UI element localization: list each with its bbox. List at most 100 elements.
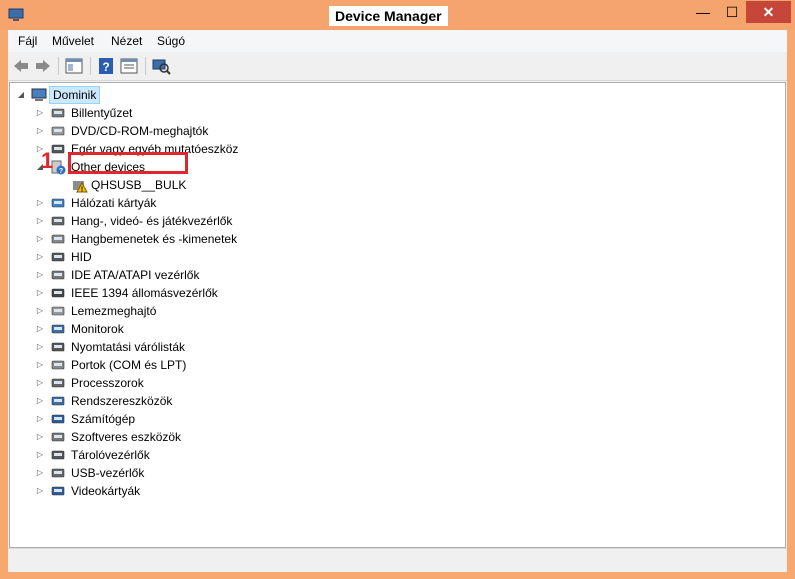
monitor-icon [51, 324, 65, 334]
toolbar-separator [90, 57, 91, 75]
expand-arrow-icon[interactable]: ▷ [36, 212, 44, 230]
expand-arrow-icon[interactable]: ▷ [36, 482, 44, 500]
keyboard-icon [51, 108, 65, 118]
tree-category-label: Tárolóvezérlők [71, 448, 150, 462]
device-manager-app-icon [8, 8, 24, 21]
help-icon[interactable]: ? [96, 57, 116, 75]
expand-arrow-icon[interactable]: ▷ [36, 122, 44, 140]
tree-category-label: Hangbemenetek és -kimenetek [71, 232, 238, 246]
tree-category-software[interactable]: ▷ Szoftveres eszközök [10, 428, 310, 446]
tree-category-port[interactable]: ▷ Portok (COM és LPT) [10, 356, 310, 374]
tree-category-label: Hang-, videó- és játékvezérlők [71, 214, 233, 228]
expand-arrow-icon[interactable]: ▷ [36, 338, 44, 356]
tree-category-audio[interactable]: ▷ Hang-, videó- és játékvezérlők [10, 212, 310, 230]
tree-category-hid[interactable]: ▷ HID [10, 248, 310, 266]
expand-arrow-icon[interactable]: ▷ [36, 302, 44, 320]
tree-category-label: Hálózati kártyák [71, 196, 157, 210]
tree-category-computer[interactable]: ▷ Számítógép [10, 410, 310, 428]
dvd-icon [51, 126, 65, 136]
menu-help[interactable]: Súgó [157, 34, 185, 48]
scan-hardware-icon[interactable] [151, 57, 171, 75]
tree-category-label: Szoftveres eszközök [71, 430, 182, 444]
expand-arrow-icon[interactable]: ▷ [36, 392, 44, 410]
svg-text:?: ? [102, 60, 109, 74]
tree-category-display-adapter[interactable]: ▷ Videokártyák [10, 482, 310, 500]
menu-file[interactable]: Fájl [18, 34, 37, 48]
tree-category-dvd[interactable]: ▷ DVD/CD-ROM-meghajtók [10, 122, 310, 140]
tree-category-label: HID [71, 250, 92, 264]
storage-icon [51, 450, 65, 460]
display-adapter-icon [51, 486, 65, 496]
tree-root[interactable]: ◢ Dominik [10, 86, 130, 104]
tree-category-firewire[interactable]: ▷ IEEE 1394 állomásvezérlők [10, 284, 310, 302]
tree-category-cpu[interactable]: ▷ Processzorok [10, 374, 310, 392]
menu-view[interactable]: Nézet [111, 34, 142, 48]
tree-category-printer[interactable]: ▷ Nyomtatási várólisták [10, 338, 310, 356]
disk-icon [51, 306, 65, 316]
system-icon [51, 396, 65, 406]
forward-icon[interactable] [33, 57, 53, 75]
collapse-arrow-icon[interactable]: ◢ [17, 86, 25, 104]
audio-icon [51, 216, 65, 226]
ide-icon [51, 270, 65, 280]
expand-arrow-icon[interactable]: ▷ [36, 320, 44, 338]
software-icon [51, 432, 65, 442]
menu-bar: Fájl Művelet Nézet Súgó [8, 30, 787, 52]
tree-category-label: Lemezmeghajtó [71, 304, 157, 318]
tree-category-speaker[interactable]: ▷ Hangbemenetek és -kimenetek [10, 230, 310, 248]
device-manager-window: Device Manager — ☐ ✕ Fájl Művelet Nézet … [0, 0, 795, 579]
status-bar [8, 548, 787, 572]
tree-category-label: Processzorok [71, 376, 144, 390]
expand-arrow-icon[interactable]: ▷ [36, 104, 44, 122]
tree-category-keyboard[interactable]: ▷ Billentyűzet [10, 104, 310, 122]
tree-category-label: Billentyűzet [71, 106, 133, 120]
toolbar-separator [145, 57, 146, 75]
tree-category-label: Nyomtatási várólisták [71, 340, 186, 354]
usb-icon [51, 468, 65, 478]
tree-root-label[interactable]: Dominik [49, 86, 101, 104]
expand-arrow-icon[interactable]: ▷ [36, 446, 44, 464]
tree-category-usb[interactable]: ▷ USB-vezérlők [10, 464, 310, 482]
title-bar[interactable]: Device Manager — ☐ ✕ [0, 0, 795, 30]
toolbar-separator [58, 57, 59, 75]
expand-arrow-icon[interactable]: ▷ [36, 248, 44, 266]
expand-arrow-icon[interactable]: ▷ [36, 410, 44, 428]
tree-category-system[interactable]: ▷ Rendszereszközök [10, 392, 310, 410]
tree-category-monitor[interactable]: ▷ Monitorok [10, 320, 310, 338]
expand-arrow-icon[interactable]: ▷ [36, 356, 44, 374]
close-button[interactable]: ✕ [746, 1, 791, 23]
tree-category-disk[interactable]: ▷ Lemezmeghajtó [10, 302, 310, 320]
tree-category-label: USB-vezérlők [71, 466, 145, 480]
tree-item-qhsusb-bulk[interactable]: ! QHSUSB__BULK [10, 176, 210, 194]
tree-category-ide[interactable]: ▷ IDE ATA/ATAPI vezérlők [10, 266, 310, 284]
firewire-icon [51, 288, 65, 298]
tree-category-label: Számítógép [71, 412, 136, 426]
show-hide-tree-icon[interactable] [64, 57, 84, 75]
toolbar: ? [8, 53, 787, 81]
client-area: Fájl Művelet Nézet Súgó ? ◢ Dominik ▷ Bil… [8, 30, 787, 572]
speaker-icon [51, 234, 65, 244]
expand-arrow-icon[interactable]: ▷ [36, 284, 44, 302]
maximize-button[interactable]: ☐ [718, 1, 746, 23]
expand-arrow-icon[interactable]: ▷ [36, 230, 44, 248]
tree-category-label: IDE ATA/ATAPI vezérlők [71, 268, 200, 282]
minimize-button[interactable]: — [688, 1, 718, 23]
expand-arrow-icon[interactable]: ▷ [36, 428, 44, 446]
port-icon [51, 360, 65, 370]
expand-arrow-icon[interactable]: ▷ [36, 464, 44, 482]
annotation-highlight-box [68, 152, 188, 174]
menu-action[interactable]: Művelet [52, 34, 94, 48]
warning-device-icon: ! [73, 181, 88, 194]
properties-icon[interactable] [119, 57, 139, 75]
back-icon[interactable] [11, 57, 31, 75]
tree-category-network[interactable]: ▷ Hálózati kártyák [10, 194, 310, 212]
expand-arrow-icon[interactable]: ▷ [36, 266, 44, 284]
expand-arrow-icon[interactable]: ▷ [36, 374, 44, 392]
expand-arrow-icon[interactable]: ▷ [36, 194, 44, 212]
cpu-icon [51, 378, 65, 388]
svg-text:!: ! [81, 187, 83, 194]
tree-category-storage[interactable]: ▷ Tárolóvezérlők [10, 446, 310, 464]
window-title: Device Manager [329, 6, 448, 26]
annotation-marker: 1 [41, 148, 54, 173]
network-icon [51, 198, 65, 208]
